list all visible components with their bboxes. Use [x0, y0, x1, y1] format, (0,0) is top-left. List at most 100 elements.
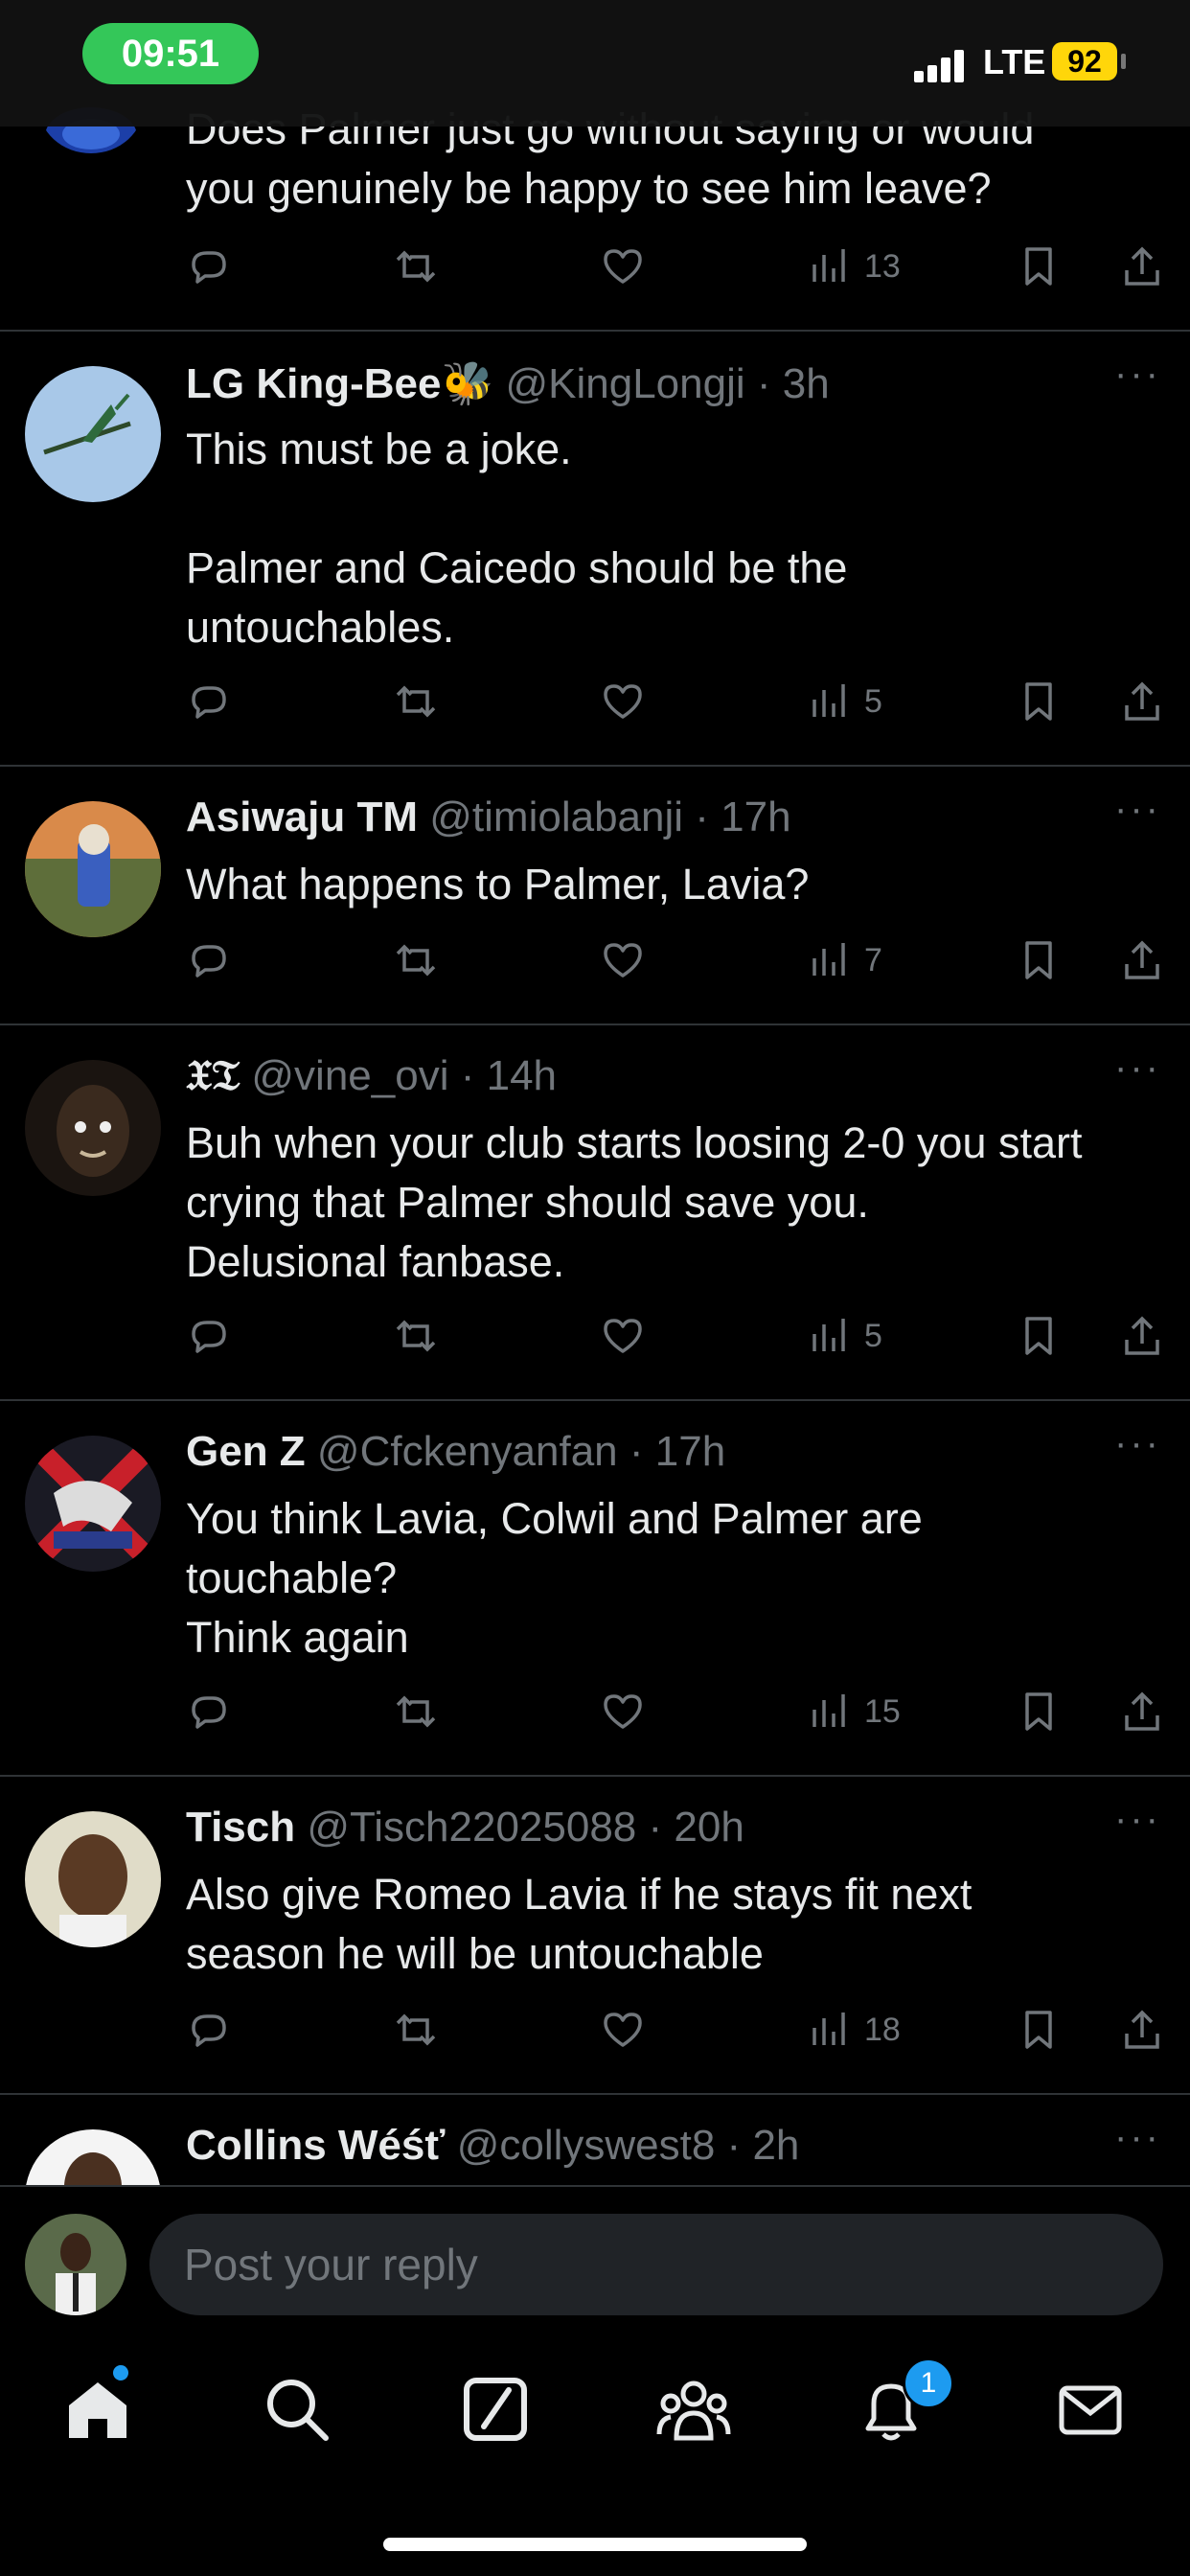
author-handle[interactable]: @Cfckenyanfan — [317, 1428, 618, 1475]
like-button[interactable] — [600, 673, 646, 730]
like-button[interactable] — [600, 2001, 646, 2058]
views-button[interactable]: 18 — [807, 2001, 901, 2058]
more-icon[interactable]: ··· — [1114, 353, 1161, 396]
reply-icon — [192, 1321, 226, 1353]
author-name[interactable]: Gen Z — [186, 1428, 306, 1475]
views-button[interactable]: 15 — [807, 1683, 901, 1740]
tweet-actions: 18 — [186, 2001, 1173, 2058]
views-button[interactable]: 5 — [807, 1307, 882, 1365]
share-icon — [1125, 681, 1159, 721]
more-icon[interactable]: ··· — [1114, 2116, 1161, 2159]
tab-home[interactable] — [59, 2371, 136, 2448]
author-handle[interactable]: @timiolabanji — [429, 794, 683, 840]
views-count: 5 — [864, 682, 882, 720]
more-icon[interactable]: ··· — [1114, 788, 1161, 831]
author-name[interactable]: Collins Wéśť — [186, 2122, 445, 2169]
share-button[interactable] — [1119, 673, 1165, 730]
author-name[interactable]: LG King-Bee🐝 — [186, 360, 493, 407]
reply-button[interactable] — [186, 2001, 232, 2058]
tweet[interactable]: LG King-Bee🐝 @KingLongji · 3h ··· This m… — [0, 330, 1190, 767]
reply-icon — [192, 686, 226, 719]
bookmark-button[interactable] — [1016, 238, 1062, 295]
retweet-button[interactable] — [393, 1307, 439, 1365]
network-label: LTE — [983, 42, 1046, 81]
communities-icon — [656, 2380, 731, 2441]
author-name[interactable]: 𝔛𝔗 — [186, 1052, 240, 1099]
retweet-button[interactable] — [393, 1683, 439, 1740]
retweet-button[interactable] — [393, 932, 439, 989]
reply-button[interactable] — [186, 932, 232, 989]
tweet-actions: 5 — [186, 673, 1173, 730]
views-button[interactable]: 7 — [807, 932, 882, 989]
reply-button[interactable] — [186, 1307, 232, 1365]
share-button[interactable] — [1119, 238, 1165, 295]
reply-button[interactable] — [186, 673, 232, 730]
reply-icon — [192, 251, 226, 284]
author-name[interactable]: Tisch — [186, 1804, 295, 1851]
home-icon — [69, 2382, 126, 2438]
share-button[interactable] — [1119, 1683, 1165, 1740]
avatar[interactable] — [25, 801, 161, 937]
tweet[interactable]: Asiwaju TM @timiolabanji · 17h ··· What … — [0, 765, 1190, 1025]
tweet-time: 17h — [721, 794, 791, 840]
avatar[interactable] — [25, 1060, 161, 1196]
tweet-actions: 15 — [186, 1683, 1173, 1740]
retweet-button[interactable] — [393, 238, 439, 295]
more-icon[interactable]: ··· — [1114, 1798, 1161, 1841]
tab-grok[interactable] — [457, 2371, 534, 2448]
views-button[interactable]: 5 — [807, 673, 882, 730]
more-icon[interactable]: ··· — [1114, 1422, 1161, 1465]
views-button[interactable]: 13 — [807, 238, 901, 295]
tab-communities[interactable] — [655, 2371, 732, 2448]
retweet-button[interactable] — [393, 673, 439, 730]
like-icon — [604, 943, 642, 978]
share-button[interactable] — [1119, 932, 1165, 989]
avatar[interactable] — [25, 1436, 161, 1572]
views-icon — [812, 1694, 845, 1727]
retweet-icon — [396, 1320, 436, 1352]
more-icon[interactable]: ··· — [1114, 1046, 1161, 1090]
tweet[interactable]: 𝔛𝔗 @vine_ovi · 14h ··· Buh when your clu… — [0, 1024, 1190, 1401]
tweet-time: 2h — [752, 2122, 800, 2169]
tab-search[interactable] — [259, 2371, 335, 2448]
like-icon — [604, 1319, 642, 1353]
like-button[interactable] — [600, 1683, 646, 1740]
bookmark-button[interactable] — [1016, 1307, 1062, 1365]
author-handle[interactable]: @Tisch22025088 — [307, 1804, 636, 1851]
like-button[interactable] — [600, 932, 646, 989]
share-icon — [1125, 1316, 1159, 1355]
retweet-icon — [396, 1695, 436, 1728]
avatar[interactable] — [25, 1811, 161, 1947]
tweet-text: Buh when your club starts loosing 2-0 yo… — [186, 1118, 1083, 1286]
avatar[interactable] — [25, 2129, 161, 2185]
tweet[interactable]: Tisch @Tisch22025088 · 20h ··· Also give… — [0, 1775, 1190, 2095]
reply-input[interactable]: Post your reply — [149, 2214, 1163, 2315]
tweet-actions: 7 — [186, 932, 1173, 989]
like-button[interactable] — [600, 1307, 646, 1365]
like-icon — [604, 2012, 642, 2047]
reply-button[interactable] — [186, 238, 232, 295]
share-button[interactable] — [1119, 2001, 1165, 2058]
author-handle[interactable]: @KingLongji — [505, 360, 744, 407]
author-handle[interactable]: @collyswest8 — [457, 2122, 716, 2169]
like-icon — [604, 1694, 642, 1729]
retweet-button[interactable] — [393, 2001, 439, 2058]
bookmark-button[interactable] — [1016, 1683, 1062, 1740]
share-button[interactable] — [1119, 1307, 1165, 1365]
views-count: 5 — [864, 1317, 882, 1354]
reply-button[interactable] — [186, 1683, 232, 1740]
bookmark-button[interactable] — [1016, 2001, 1062, 2058]
share-icon — [1125, 940, 1159, 979]
bookmark-icon — [1025, 941, 1052, 979]
avatar[interactable] — [25, 366, 161, 502]
like-button[interactable] — [600, 238, 646, 295]
tweet[interactable]: Collins Wéśť @collyswest8 · 2h ··· — [0, 2093, 1190, 2185]
author-name[interactable]: Asiwaju TM — [186, 794, 418, 840]
author-handle[interactable]: @vine_ovi — [251, 1052, 448, 1099]
my-avatar[interactable] — [25, 2214, 126, 2315]
tweet[interactable]: Gen Z @Cfckenyanfan · 17h ··· You think … — [0, 1399, 1190, 1777]
tab-messages[interactable] — [1052, 2371, 1129, 2448]
bookmark-button[interactable] — [1016, 932, 1062, 989]
bookmark-button[interactable] — [1016, 673, 1062, 730]
status-bar: 09:51 LTE 92 — [0, 0, 1190, 126]
